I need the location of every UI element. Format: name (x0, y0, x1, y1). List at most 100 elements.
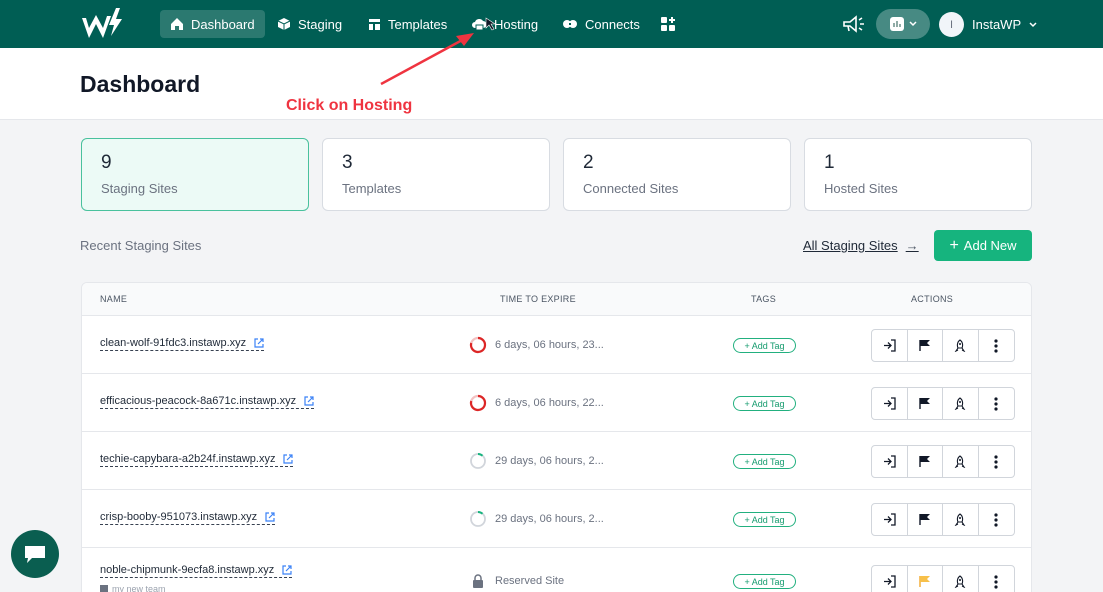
external-link-icon[interactable] (265, 512, 275, 522)
avatar: I (939, 12, 964, 37)
stat-label: Hosted Sites (824, 181, 898, 196)
site-link[interactable]: clean-wolf-91fdc3.instawp.xyz (100, 337, 265, 351)
announcement-icon[interactable] (840, 12, 866, 36)
site-name: techie-capybara-a2b24f.instawp.xyz (100, 453, 276, 465)
add-tag-button[interactable]: + Add Tag (733, 338, 796, 353)
login-icon (883, 397, 896, 410)
site-link[interactable]: noble-chipmunk-9ecfa8.instawp.xyz (100, 564, 293, 578)
chat-icon (25, 546, 45, 563)
stat-label: Templates (342, 181, 402, 196)
more-options-button[interactable] (979, 504, 1014, 535)
login-button[interactable] (872, 446, 908, 477)
all-staging-sites-link[interactable]: All Staging Sites → (803, 238, 919, 253)
flag-icon (919, 576, 930, 587)
login-button[interactable] (872, 566, 908, 592)
chat-widget-button[interactable] (11, 530, 59, 578)
row-actions (871, 503, 1015, 536)
instawp-logo[interactable] (80, 8, 124, 42)
flag-button[interactable] (908, 388, 943, 419)
nav-staging[interactable]: Staging (267, 10, 352, 38)
deploy-button[interactable] (943, 388, 979, 419)
table-row: clean-wolf-91fdc3.instawp.xyz 6 days, 06… (82, 316, 1031, 374)
flag-button[interactable] (908, 566, 943, 592)
link-icon (563, 20, 577, 28)
more-options-button[interactable] (979, 388, 1014, 419)
nav-hosting[interactable]: Hosting (461, 10, 548, 38)
expire-time: 29 days, 06 hours, 2... (469, 510, 604, 528)
team-icon (100, 585, 108, 592)
deploy-button[interactable] (943, 446, 979, 477)
add-new-button[interactable]: + Add New (934, 230, 1032, 261)
expiry-ring-icon (469, 336, 487, 354)
row-actions (871, 387, 1015, 420)
nav-dashboard-label: Dashboard (191, 16, 255, 32)
flag-button[interactable] (908, 504, 943, 535)
external-link-icon[interactable] (282, 565, 292, 575)
top-navigation-bar: Dashboard Staging Templates Hosting Conn… (0, 0, 1103, 48)
team-switcher[interactable] (876, 9, 930, 39)
flag-icon (919, 456, 930, 467)
table-row: crisp-booby-951073.instawp.xyz 29 days, … (82, 490, 1031, 548)
nav-hosting-label: Hosting (494, 16, 539, 32)
site-link[interactable]: crisp-booby-951073.instawp.xyz (100, 511, 276, 525)
login-button[interactable] (872, 504, 908, 535)
site-team-label: my new team (112, 584, 166, 592)
expire-time: Reserved Site (469, 574, 564, 588)
lock-icon (473, 574, 483, 588)
add-tag-button[interactable]: + Add Tag (733, 454, 796, 469)
rocket-icon (954, 575, 966, 588)
more-options-button[interactable] (979, 330, 1014, 361)
login-button[interactable] (872, 388, 908, 419)
add-tag-button[interactable]: + Add Tag (733, 396, 796, 411)
site-link[interactable]: techie-capybara-a2b24f.instawp.xyz (100, 453, 294, 467)
more-vertical-icon (994, 574, 998, 589)
more-vertical-icon (994, 512, 998, 527)
nav-connects[interactable]: Connects (552, 10, 650, 38)
rocket-icon (954, 455, 966, 468)
add-tag-button[interactable]: + Add Tag (733, 574, 796, 589)
site-name: crisp-booby-951073.instawp.xyz (100, 511, 258, 523)
add-tag-button[interactable]: + Add Tag (733, 512, 796, 527)
nav-dashboard[interactable]: Dashboard (160, 10, 265, 38)
expire-text: 29 days, 06 hours, 2... (495, 513, 604, 525)
stat-card-templates[interactable]: 3 Templates (322, 138, 550, 211)
row-actions (871, 445, 1015, 478)
more-options-button[interactable] (979, 446, 1014, 477)
login-icon (883, 575, 896, 588)
nav-apps[interactable] (650, 10, 686, 38)
deploy-button[interactable] (943, 566, 979, 592)
column-header: ACTIONS (911, 294, 954, 304)
flag-icon (919, 514, 930, 525)
stat-card-staging-sites[interactable]: 9 Staging Sites (81, 138, 309, 211)
site-name: noble-chipmunk-9ecfa8.instawp.xyz (100, 564, 275, 576)
table-row: techie-capybara-a2b24f.instawp.xyz 29 da… (82, 432, 1031, 490)
site-link[interactable]: efficacious-peacock-8a671c.instawp.xyz (100, 395, 315, 409)
external-link-icon[interactable] (304, 396, 314, 406)
more-vertical-icon (994, 454, 998, 469)
chevron-down-icon (1029, 21, 1037, 27)
nav-staging-label: Staging (298, 16, 343, 32)
flag-icon (919, 340, 930, 351)
deploy-button[interactable] (943, 504, 979, 535)
column-header: TIME TO EXPIRE (500, 294, 576, 304)
nav-templates[interactable]: Templates (358, 10, 457, 38)
rocket-icon (954, 513, 966, 526)
stat-card-connected-sites[interactable]: 2 Connected Sites (563, 138, 791, 211)
deploy-button[interactable] (943, 330, 979, 361)
external-link-icon[interactable] (254, 338, 264, 348)
external-link-icon[interactable] (283, 454, 294, 464)
flag-button[interactable] (908, 330, 943, 361)
annotation-label: Click on Hosting (286, 97, 413, 114)
expiry-ring-icon (470, 453, 486, 469)
rocket-icon (954, 397, 966, 410)
user-menu[interactable]: I InstaWP (939, 12, 1037, 37)
more-options-button[interactable] (979, 566, 1014, 592)
stat-card-hosted-sites[interactable]: 1 Hosted Sites (804, 138, 1032, 211)
all-staging-sites-label: All Staging Sites (803, 238, 898, 253)
expire-text: 6 days, 06 hours, 22... (495, 397, 604, 409)
flag-button[interactable] (908, 446, 943, 477)
apps-grid-icon (661, 17, 675, 31)
stat-value: 9 (101, 152, 112, 173)
login-button[interactable] (872, 330, 908, 361)
page-header: Dashboard Click on Hosting (0, 48, 1103, 120)
